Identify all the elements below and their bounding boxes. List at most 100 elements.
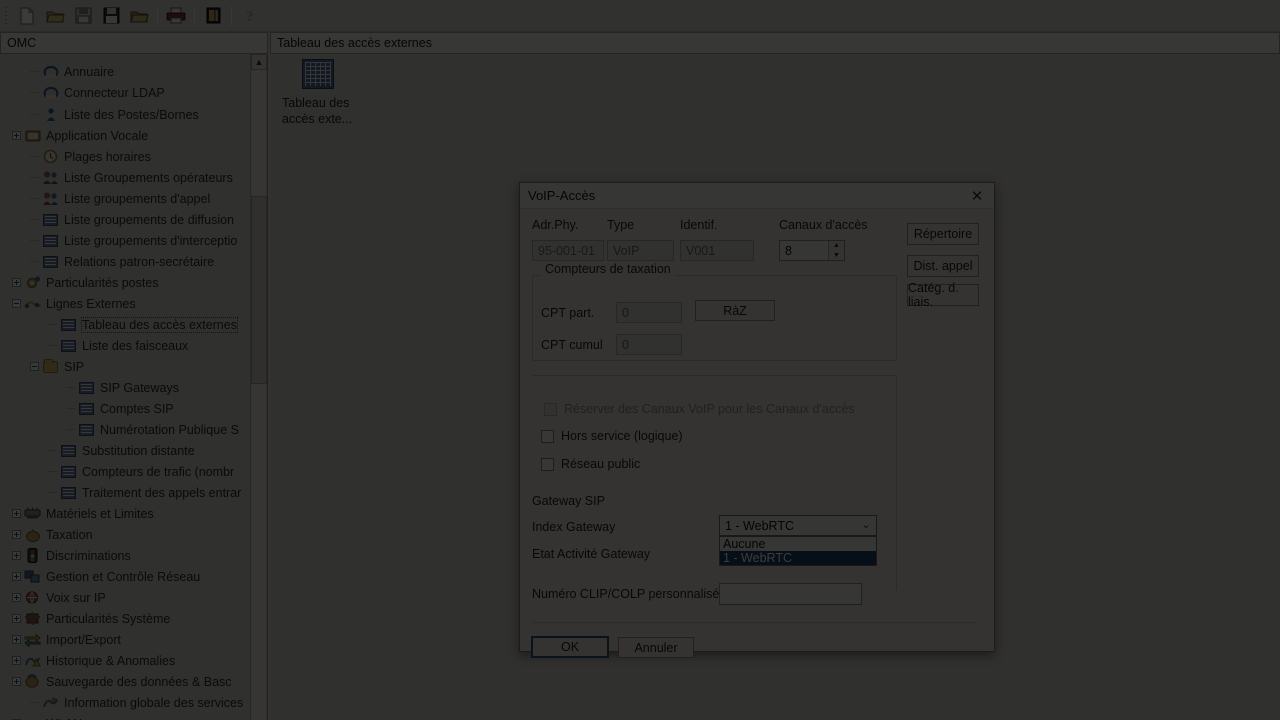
tree-item-traitement-des-appels-entrar[interactable]: Traitement des appels entrar	[48, 482, 241, 503]
dropdown-option-webrtc[interactable]: 1 - WebRTC	[720, 551, 876, 565]
tree-item-liste-groupements-op-rateurs[interactable]: Liste Groupements opérateurs	[30, 167, 233, 188]
scroll-up-arrow[interactable]: ▲	[251, 54, 267, 70]
tree-item-mat-riels-et-limites[interactable]: Matériels et Limites	[12, 503, 154, 524]
reseau-public-checkbox[interactable]	[541, 457, 554, 471]
tree-item-label: WLAN	[46, 717, 82, 720]
new-file-icon[interactable]	[14, 3, 40, 29]
tree-item-wlan[interactable]: WLAN	[12, 713, 82, 720]
tree-item-information-globale-des-services[interactable]: Information globale des services	[30, 692, 243, 713]
tree-connector	[30, 236, 39, 245]
hors-service-checkbox-row[interactable]: Hors service (logique)	[541, 429, 683, 443]
tree-item-taxation[interactable]: Taxation	[12, 524, 93, 545]
tree-item-discriminations[interactable]: Discriminations	[12, 545, 131, 566]
collapse-toggle-icon[interactable]	[12, 299, 21, 308]
gateway-sip-section-label: Gateway SIP	[532, 494, 605, 508]
expand-toggle-icon[interactable]	[12, 593, 21, 602]
tree-item-liste-groupements-d-interceptio[interactable]: Liste groupements d'interceptio	[30, 230, 237, 251]
tree-item-voix-sur-ip[interactable]: Voix sur IP	[12, 587, 106, 608]
tree-item-liste-groupements-d-appel[interactable]: Liste groupements d'appel	[30, 188, 210, 209]
expand-toggle-icon[interactable]	[12, 635, 21, 644]
info-icon	[42, 695, 59, 711]
grid-icon	[60, 464, 77, 480]
index-gateway-label: Index Gateway	[532, 520, 616, 534]
book-icon[interactable]	[200, 3, 226, 29]
tree-item-compteurs-de-trafic-nombr[interactable]: Compteurs de trafic (nombr	[48, 461, 234, 482]
vertical-divider	[896, 375, 897, 590]
expand-toggle-icon[interactable]	[12, 278, 21, 287]
ring-icon	[42, 64, 59, 80]
tree-item-comptes-sip[interactable]: Comptes SIP	[66, 398, 174, 419]
tree-item-relations-patron-secr-taire[interactable]: Relations patron-secrétaire	[30, 251, 214, 272]
tree-item-annuaire[interactable]: Annuaire	[30, 61, 114, 82]
tree-item-gestion-et-contr-le-r-seau[interactable]: Gestion et Contrôle Réseau	[12, 566, 200, 587]
print-icon[interactable]	[163, 3, 189, 29]
tree-item-liste-groupements-de-diffusion[interactable]: Liste groupements de diffusion	[30, 209, 234, 230]
reseau-public-checkbox-row[interactable]: Réseau public	[541, 457, 640, 471]
index-gateway-dropdown-list[interactable]: Aucune 1 - WebRTC	[719, 536, 877, 566]
collapse-toggle-icon[interactable]	[30, 362, 39, 371]
expand-toggle-icon[interactable]	[12, 572, 21, 581]
save-all-icon[interactable]	[98, 3, 124, 29]
repertoire-button[interactable]: Répertoire	[907, 223, 979, 245]
tree-item-connecteur-ldap[interactable]: Connecteur LDAP	[30, 82, 165, 103]
tree-item-sip[interactable]: SIP	[30, 356, 84, 377]
tree-item-application-vocale[interactable]: Application Vocale	[12, 125, 148, 146]
type-label: Type	[607, 218, 635, 232]
stepper-down-arrow[interactable]: ▼	[829, 250, 844, 260]
chevron-down-icon[interactable]: ⌄	[856, 520, 876, 531]
toolbar-grip[interactable]	[2, 4, 10, 27]
tree-item-label: Liste groupements d'interceptio	[64, 233, 238, 248]
save-icon[interactable]	[70, 3, 96, 29]
tree-connector	[48, 320, 57, 329]
expand-toggle-icon[interactable]	[12, 677, 21, 686]
index-gateway-combobox[interactable]: 1 - WebRTC ⌄	[719, 515, 877, 536]
open-folder2-icon[interactable]	[126, 3, 152, 29]
expand-toggle-icon[interactable]	[12, 131, 21, 140]
reserver-canaux-checkbox-row[interactable]: Réserver des Canaux VoIP pour les Canaux…	[544, 402, 855, 416]
tree-item-sip-gateways[interactable]: SIP Gateways	[66, 377, 179, 398]
expand-toggle-icon[interactable]	[12, 656, 21, 665]
lines-icon	[24, 296, 41, 312]
tree-item-label: Taxation	[46, 527, 93, 542]
tree-item-tableau-des-acc-s-externes[interactable]: Tableau des accès externes	[48, 314, 238, 335]
tree-item-sauvegarde-des-donn-es-basc[interactable]: Sauvegarde des données & Basc	[12, 671, 232, 692]
tree-item-label: Gestion et Contrôle Réseau	[46, 569, 201, 584]
tree-item-num-rotation-publique-s[interactable]: Numérotation Publique S	[66, 419, 239, 440]
hors-service-checkbox[interactable]	[541, 429, 554, 443]
reserver-canaux-checkbox[interactable]	[544, 402, 557, 416]
raz-button[interactable]: RàZ	[695, 300, 775, 321]
tree-item-plages-horaires[interactable]: Plages horaires	[30, 146, 151, 167]
expand-toggle-icon[interactable]	[12, 614, 21, 623]
reseau-public-label: Réseau public	[561, 457, 641, 471]
categ-liais-button[interactable]: Catég. d. liais.	[907, 281, 979, 309]
canaux-acces-stepper[interactable]: 8 ▲ ▼	[779, 240, 845, 261]
tree-item-import-export[interactable]: Import/Export	[12, 629, 121, 650]
dialog-titlebar[interactable]: VoIP-Accès ✕	[520, 183, 994, 209]
expand-toggle-icon[interactable]	[12, 551, 21, 560]
expand-toggle-icon[interactable]	[12, 530, 21, 539]
dist-appel-button[interactable]: Dist. appel	[907, 255, 979, 277]
clip-colp-input[interactable]	[719, 583, 862, 605]
tree-scrollbar[interactable]: ▲	[250, 54, 267, 720]
tree-item-lignes-externes[interactable]: Lignes Externes	[12, 293, 136, 314]
document-shortcut[interactable]: Tableau des accès exte...	[276, 59, 360, 127]
cancel-button[interactable]: Annuler	[618, 637, 694, 658]
scrollbar-thumb[interactable]	[251, 196, 267, 384]
stepper-up-arrow[interactable]: ▲	[829, 241, 844, 251]
identif-label: Identif.	[680, 218, 718, 232]
tree-item-liste-des-postes-bornes[interactable]: Liste des Postes/Bornes	[30, 104, 199, 125]
tree-item-substitution-distante[interactable]: Substitution distante	[48, 440, 195, 461]
dropdown-option-aucune[interactable]: Aucune	[720, 537, 876, 551]
tree-item-particularit-s-postes[interactable]: Particularités postes	[12, 272, 159, 293]
tree-item-historique-anomalies[interactable]: Historique & Anomalies	[12, 650, 175, 671]
close-icon[interactable]: ✕	[960, 183, 994, 208]
tree-item-liste-des-faisceaux[interactable]: Liste des faisceaux	[48, 335, 188, 356]
help-icon[interactable]: ?	[237, 3, 263, 29]
ok-button[interactable]: OK	[531, 636, 609, 658]
tree-connector	[30, 173, 39, 182]
tree-item-particularit-s-syst-me[interactable]: Particularités Système	[12, 608, 170, 629]
stepper-arrows[interactable]: ▲ ▼	[828, 241, 844, 260]
open-folder-icon[interactable]	[42, 3, 68, 29]
expand-toggle-icon[interactable]	[12, 509, 21, 518]
tree-connector	[48, 446, 57, 455]
